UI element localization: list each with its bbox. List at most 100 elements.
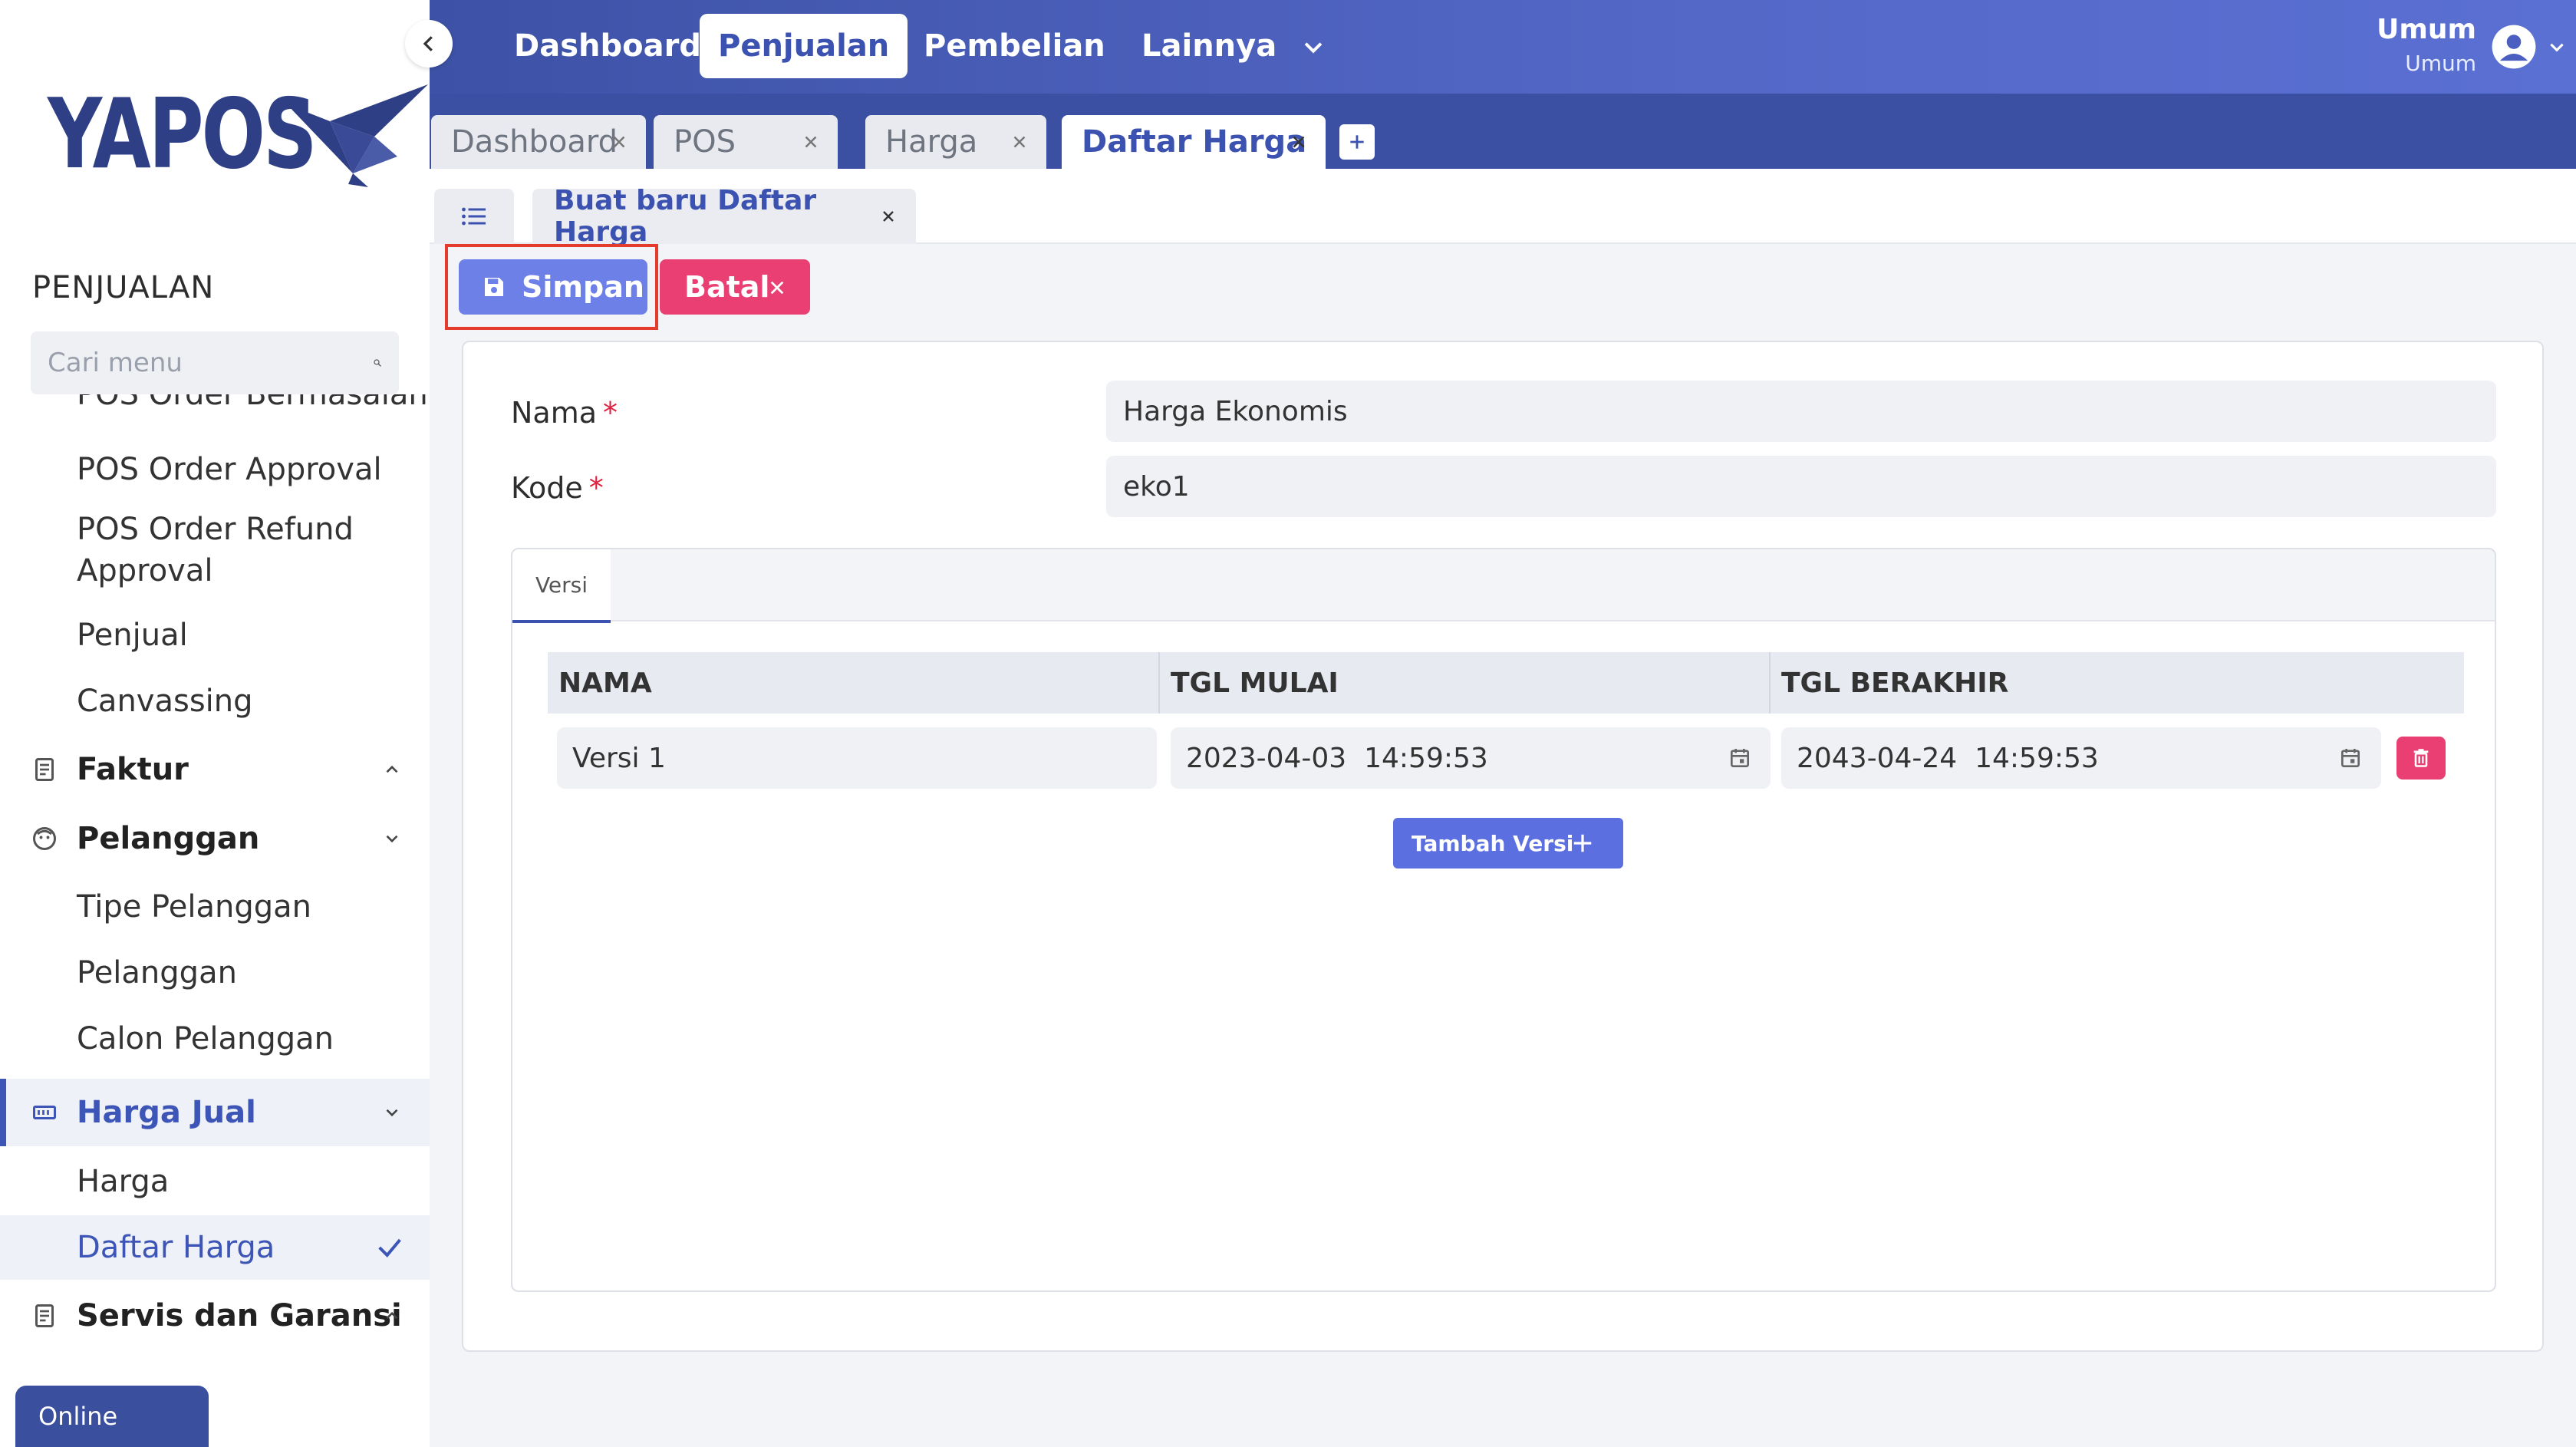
- plus-icon: [1350, 135, 1364, 149]
- sidebar-group-label: Faktur: [77, 752, 189, 787]
- sidebar-item-canvassing[interactable]: Canvassing: [0, 669, 430, 733]
- cancel-button[interactable]: Batal: [660, 259, 810, 315]
- tab-bar: Dashboard POS Harga Daftar Harga: [430, 94, 2576, 169]
- chevron-down-icon: [386, 835, 398, 843]
- start-date-value: 2023-04-03 14:59:53: [1186, 742, 1488, 774]
- sidebar: YAPOS PENJUALAN POS Order Bermasalah POS…: [0, 0, 430, 1447]
- sidebar-item-label: Canvassing: [77, 684, 253, 719]
- required-mark: *: [603, 396, 618, 430]
- price-tag-icon: [33, 1106, 56, 1119]
- sidebar-item-label: POS Order Bermasalah: [77, 394, 428, 412]
- close-icon[interactable]: [1289, 132, 1309, 152]
- close-icon[interactable]: [801, 132, 821, 152]
- sidebar-group-label: Harga Jual: [77, 1095, 256, 1130]
- online-status-badge[interactable]: Online: [15, 1386, 209, 1447]
- sub-tab-bar: Buat baru Daftar Harga: [430, 169, 2576, 248]
- tab-label: Daftar Harga: [1082, 124, 1307, 160]
- sidebar-item-label: Daftar Harga: [77, 1230, 275, 1265]
- chevron-down-icon[interactable]: [2547, 37, 2567, 57]
- face-icon: [33, 827, 56, 850]
- column-header-nama: NAMA: [548, 652, 1160, 714]
- plus-icon: [1573, 834, 1592, 852]
- subtab-label: Buat baru Daftar Harga: [554, 185, 817, 248]
- sidebar-item-daftar-harga[interactable]: Daftar Harga: [0, 1215, 430, 1280]
- add-version-label: Tambah Versi: [1412, 830, 1574, 856]
- tab-dashboard[interactable]: Dashboard: [431, 115, 646, 169]
- tab-daftar-harga[interactable]: Daftar Harga: [1062, 115, 1326, 169]
- chevron-up-icon: [386, 1311, 398, 1320]
- delete-version-button[interactable]: [2396, 737, 2446, 780]
- kode-input[interactable]: [1106, 456, 2496, 517]
- search-icon[interactable]: [373, 350, 382, 376]
- receipt-icon: [35, 1304, 54, 1327]
- nav-pembelian[interactable]: Pembelian: [905, 14, 1124, 78]
- tab-versi[interactable]: Versi: [512, 549, 611, 623]
- sidebar-group-label: Servis dan Garansi: [77, 1298, 402, 1333]
- tab-pos[interactable]: POS: [654, 115, 838, 169]
- list-icon: [462, 207, 486, 226]
- sidebar-item-harga[interactable]: Harga: [0, 1149, 430, 1214]
- logo-text: YAPOS: [48, 77, 318, 190]
- tab-harga[interactable]: Harga: [865, 115, 1046, 169]
- receipt-icon: [35, 758, 54, 781]
- sidebar-item-label: Penjual: [77, 618, 188, 653]
- add-tab-button[interactable]: [1339, 124, 1375, 160]
- column-header-tgl-berakhir: TGL BERAKHIR: [1781, 667, 2009, 699]
- logo: YAPOS: [48, 77, 428, 192]
- calendar-icon[interactable]: [2338, 746, 2363, 770]
- chevron-down-icon[interactable]: [1300, 34, 1326, 60]
- sidebar-group-label: Pelanggan: [77, 821, 260, 856]
- menu-search: [31, 331, 399, 394]
- sidebar-group-harga-jual[interactable]: Harga Jual: [0, 1079, 430, 1146]
- sidebar-item-label: Harga: [77, 1164, 170, 1199]
- chevron-down-icon: [386, 1109, 398, 1117]
- tab-label: Harga: [885, 124, 978, 160]
- start-date-input[interactable]: 2023-04-03 14:59:53: [1171, 727, 1771, 789]
- calendar-icon[interactable]: [1728, 746, 1752, 770]
- chevron-up-icon: [386, 765, 398, 773]
- sidebar-item-label: Pelanggan: [77, 955, 237, 990]
- section-title: PENJUALAN: [32, 270, 215, 305]
- main-content: Simpan Batal Nama* Kode* Versi NAMA TGL …: [430, 244, 2576, 1447]
- sidebar-item-pos-order-bermasalah[interactable]: POS Order Bermasalah: [0, 394, 430, 416]
- subtab-new-price-list[interactable]: Buat baru Daftar Harga: [532, 185, 916, 248]
- list-view-button[interactable]: [434, 189, 514, 244]
- chevron-left-icon: [423, 36, 433, 51]
- save-button[interactable]: Simpan: [459, 259, 647, 315]
- version-name-input[interactable]: Versi 1: [557, 727, 1157, 789]
- close-icon[interactable]: [609, 132, 629, 152]
- sidebar-collapse-button[interactable]: [405, 20, 453, 68]
- check-icon: [378, 1238, 401, 1257]
- close-icon[interactable]: [879, 207, 898, 226]
- add-version-button[interactable]: Tambah Versi: [1393, 818, 1623, 869]
- menu-search-input[interactable]: [48, 348, 373, 378]
- user-role: Umum: [2405, 51, 2476, 76]
- sidebar-group-pelanggan[interactable]: Pelanggan: [0, 806, 430, 872]
- nama-input[interactable]: [1106, 381, 2496, 442]
- end-date-value: 2043-04-24 14:59:53: [1797, 742, 2099, 774]
- kode-label: Kode *: [511, 471, 604, 505]
- save-button-label: Simpan: [522, 270, 644, 304]
- tab-label: POS: [674, 124, 736, 160]
- nav-dashboard[interactable]: Dashboard: [496, 14, 720, 78]
- end-date-input[interactable]: 2043-04-24 14:59:53: [1781, 727, 2381, 789]
- close-icon[interactable]: [1010, 132, 1029, 152]
- sidebar-item-pelanggan[interactable]: Pelanggan: [0, 941, 430, 1005]
- panel-tab-bar: Versi: [512, 549, 2495, 623]
- nav-penjualan[interactable]: Penjualan: [700, 14, 908, 78]
- user-avatar-icon[interactable]: [2490, 23, 2538, 71]
- sidebar-item-pos-order-refund-approval[interactable]: POS Order Refund Approval: [0, 508, 430, 592]
- sidebar-group-faktur[interactable]: Faktur: [0, 737, 430, 803]
- sidebar-item-pos-order-approval[interactable]: POS Order Approval: [0, 437, 430, 502]
- trash-icon: [2413, 749, 2429, 767]
- sidebar-item-calon-pelanggan[interactable]: Calon Pelanggan: [0, 1007, 430, 1071]
- nav-lainnya[interactable]: Lainnya: [1123, 14, 1295, 78]
- sidebar-item-label: Tipe Pelanggan: [77, 889, 311, 925]
- sidebar-item-penjual[interactable]: Penjual: [0, 603, 430, 667]
- sidebar-item-tipe-pelanggan[interactable]: Tipe Pelanggan: [0, 875, 430, 939]
- version-panel: Versi NAMA TGL MULAI TGL BERAKHIR Versi …: [511, 548, 2496, 1292]
- nama-label-text: Nama: [511, 396, 598, 430]
- tab-label: Dashboard: [451, 124, 618, 160]
- kode-label-text: Kode: [511, 471, 583, 505]
- sidebar-group-servis-dan-garansi[interactable]: Servis dan Garansi: [0, 1283, 430, 1349]
